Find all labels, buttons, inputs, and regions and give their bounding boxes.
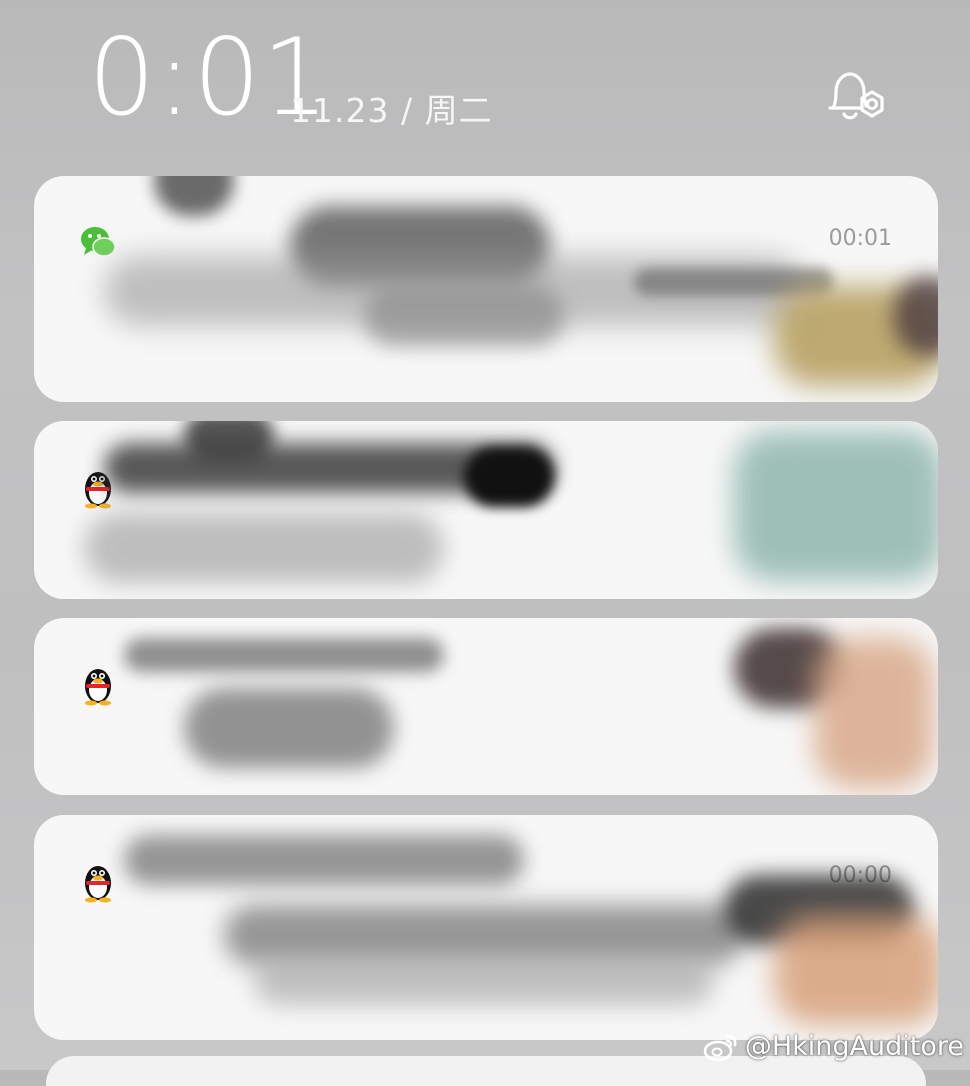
weibo-icon	[703, 1032, 739, 1062]
redacted-thumbnail	[734, 431, 938, 581]
redacted-scribble	[84, 513, 444, 583]
watermark-text: @HkingAuditore	[744, 1031, 964, 1062]
redacted-scribble	[154, 176, 234, 216]
bell-settings-icon[interactable]	[826, 70, 888, 130]
redacted-thumbnail	[814, 638, 934, 788]
wechat-icon	[78, 222, 118, 262]
notification-card[interactable]	[34, 618, 938, 795]
redacted-scribble	[364, 286, 564, 346]
redacted-thumbnail	[774, 915, 938, 1025]
redacted-scribble	[184, 688, 394, 768]
qq-penguin-icon	[78, 859, 118, 903]
redacted-scribble	[124, 835, 524, 885]
notification-card[interactable]: 00:00	[34, 815, 938, 1040]
redacted-scribble	[254, 955, 714, 1005]
qq-penguin-icon	[78, 662, 118, 706]
redacted-scribble	[464, 447, 554, 507]
weibo-watermark: @HkingAuditore	[703, 1031, 964, 1062]
notification-card[interactable]	[34, 421, 938, 599]
lock-screen-header: 0:01 11.23 / 周二	[0, 0, 970, 170]
date-label: 11.23 / 周二	[290, 91, 493, 130]
redacted-scribble	[124, 638, 444, 672]
notification-time: 00:01	[828, 226, 892, 251]
notification-card[interactable]: 00:01	[34, 176, 938, 402]
